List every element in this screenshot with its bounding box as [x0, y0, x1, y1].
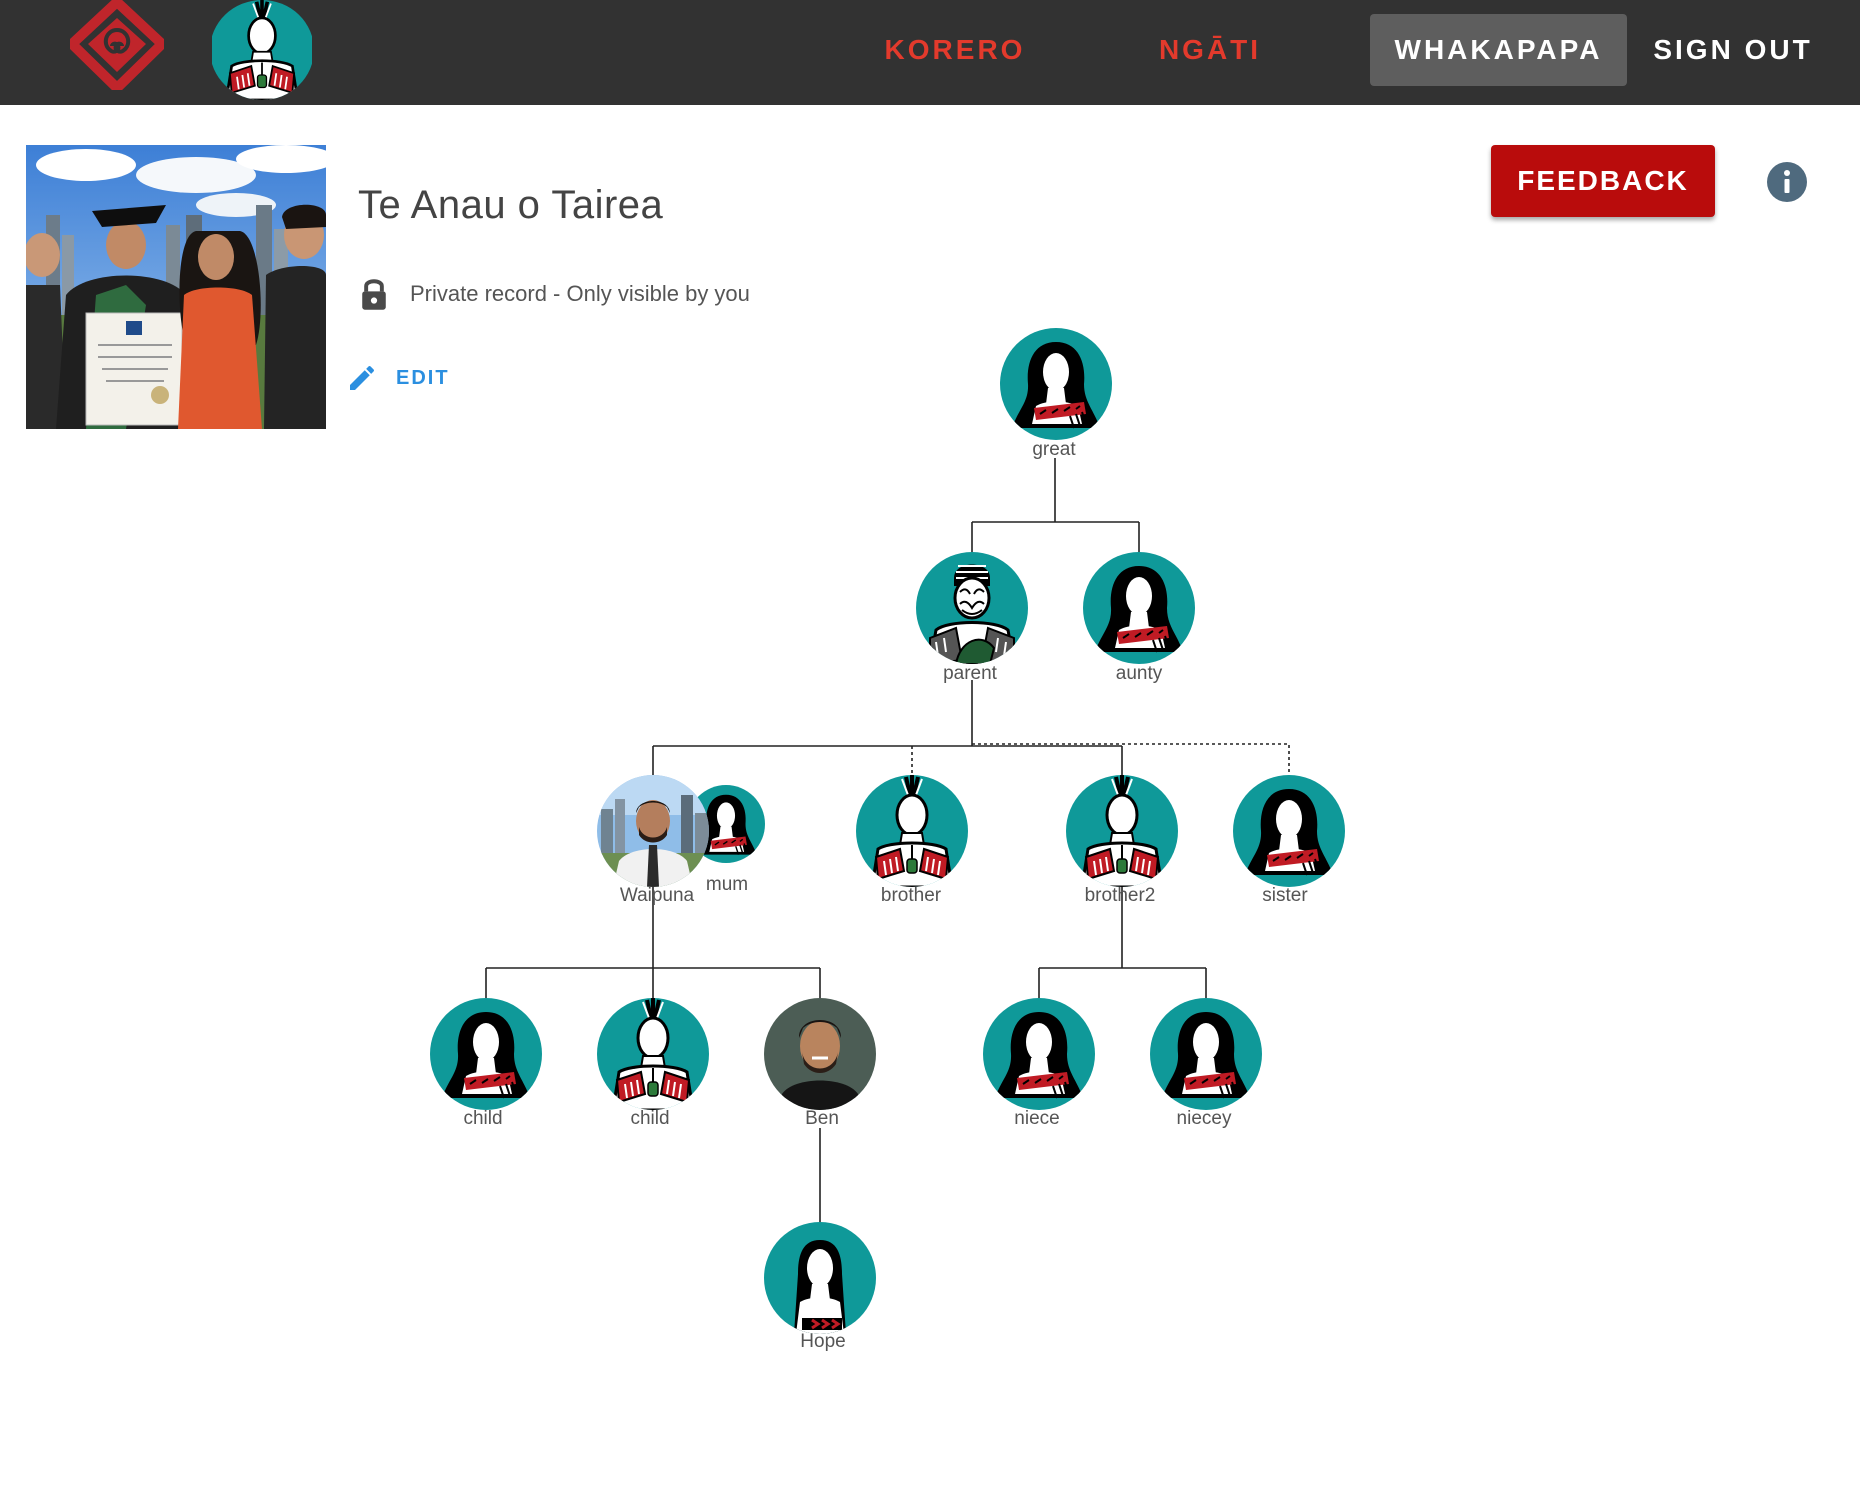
tree-node-label: parent	[943, 663, 997, 684]
tree-node-sister[interactable]	[1233, 775, 1345, 887]
tree-node-label: great	[1032, 439, 1076, 460]
tree-node-label: niece	[1014, 1108, 1060, 1129]
tree-node-label: Hope	[800, 1331, 846, 1352]
tree-connectors	[485, 458, 1290, 1222]
tree-node-child-2[interactable]	[597, 998, 709, 1110]
tree-node-label: brother2	[1084, 885, 1156, 906]
tree-node-label: niecey	[1176, 1108, 1232, 1129]
tree-node-ben[interactable]	[764, 998, 876, 1110]
tree-node-label: Ben	[805, 1108, 839, 1129]
tree-node-parent[interactable]	[916, 552, 1028, 664]
tree-node-niecey[interactable]	[1150, 998, 1262, 1110]
tree-node-child-1[interactable]	[430, 998, 542, 1110]
tree-node-label: aunty	[1115, 663, 1163, 684]
tree-node-niece[interactable]	[983, 998, 1095, 1110]
tree-node-aunty[interactable]	[1083, 552, 1195, 664]
tree-node-brother2[interactable]	[1066, 775, 1178, 887]
tree-node-waipuna[interactable]	[597, 775, 709, 887]
tree-node-label: sister	[1262, 885, 1308, 906]
tree-node-hope[interactable]	[764, 1222, 876, 1334]
tree-node-label: brother	[880, 885, 942, 906]
tree-node-brother[interactable]	[856, 775, 968, 887]
tree-node-great[interactable]	[1000, 328, 1112, 440]
tree-node-label: child	[630, 1108, 670, 1129]
tree-node-label: child	[463, 1108, 503, 1129]
tree-node-label: Waipuna	[619, 885, 695, 906]
